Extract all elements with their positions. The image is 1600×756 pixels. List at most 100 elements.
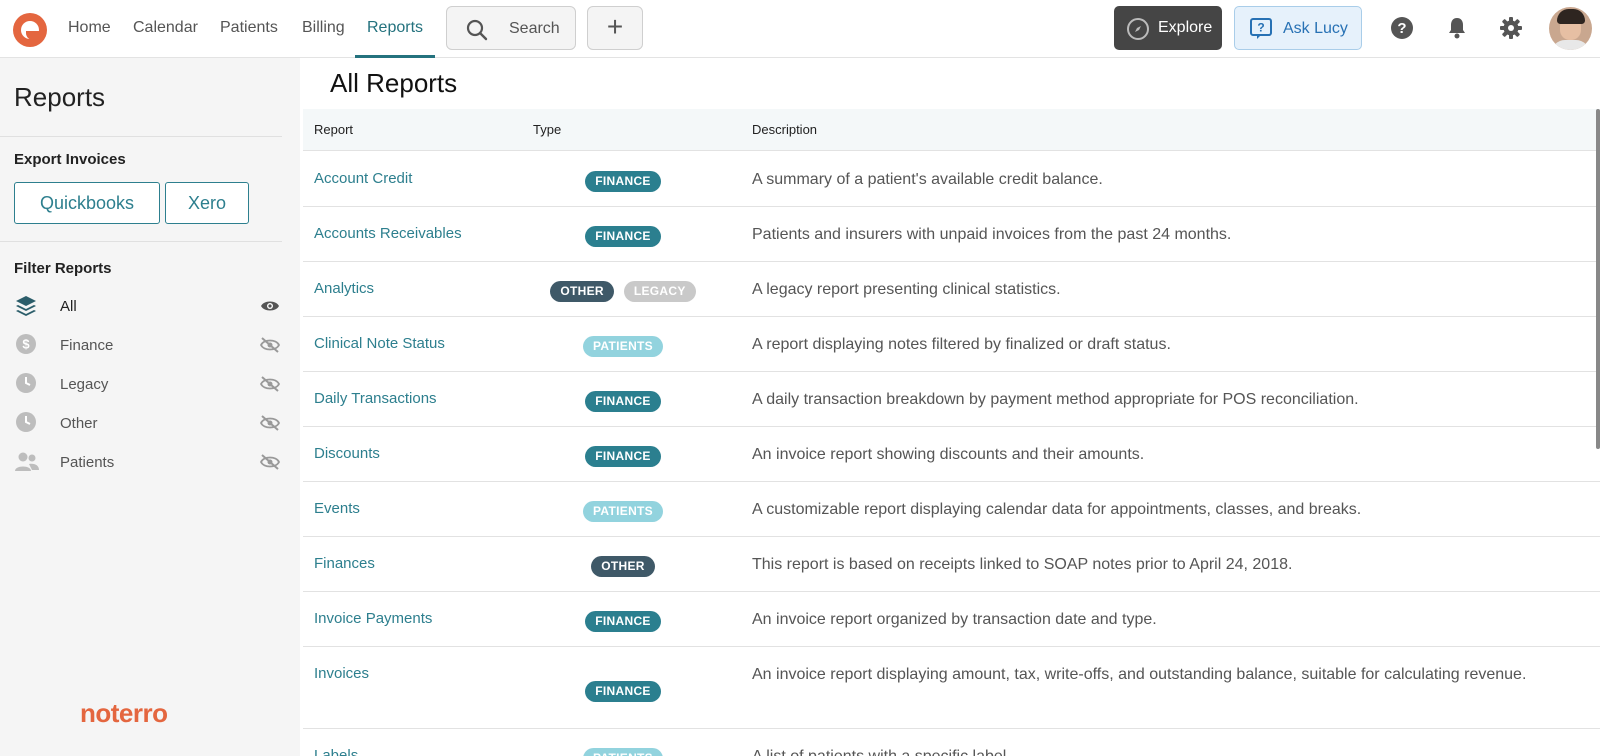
type-badge-finance: FINANCE [585, 226, 661, 247]
table-header: Report Type Description [303, 109, 1600, 151]
column-header-type: Type [533, 122, 562, 137]
type-badge-other: OTHER [550, 281, 614, 302]
export-invoices-heading: Export Invoices [14, 151, 126, 168]
report-description: Patients and insurers with unpaid invoic… [752, 226, 1232, 243]
nav-reports[interactable]: Reports [355, 18, 436, 58]
type-badge-finance: FINANCE [585, 446, 661, 467]
clock-icon [16, 373, 36, 393]
table-row[interactable]: Clinical Note Status PATIENTS A report dis… [303, 317, 1600, 372]
report-link[interactable]: Invoices [314, 665, 369, 682]
table-row[interactable]: Account Credit FINANCE A summary of a pati… [303, 152, 1600, 207]
compass-icon [1127, 18, 1149, 40]
nav-billing[interactable]: Billing [302, 18, 345, 58]
svg-text:?: ? [1257, 21, 1264, 35]
type-badge-finance: FINANCE [585, 391, 661, 412]
type-badge-finance: FINANCE [585, 171, 661, 192]
filter-label: Finance [60, 337, 114, 354]
table-row[interactable]: Accounts Receivables FINANCE Patients and … [303, 207, 1600, 262]
help-icon[interactable]: ? [1390, 16, 1414, 40]
filter-label: Legacy [60, 376, 109, 393]
table-row[interactable]: Daily Transactions FINANCE A daily transac… [303, 372, 1600, 427]
quickbooks-button[interactable]: Quickbooks [14, 182, 160, 224]
svg-text:$: $ [22, 337, 30, 352]
report-link[interactable]: Invoice Payments [314, 610, 432, 627]
eye-slash-icon[interactable] [260, 454, 280, 470]
report-link[interactable]: Discounts [314, 445, 380, 462]
eye-slash-icon[interactable] [260, 415, 280, 431]
explore-button[interactable]: Explore [1114, 6, 1222, 50]
report-link[interactable]: Analytics [314, 280, 374, 297]
help-chat-icon: ? [1250, 18, 1272, 39]
filter-other[interactable]: Other [14, 411, 282, 437]
scrollbar[interactable] [1596, 109, 1600, 449]
report-link[interactable]: Accounts Receivables [314, 225, 462, 242]
table-row[interactable]: Events PATIENTS A customizable report disp… [303, 482, 1600, 537]
divider [0, 241, 282, 242]
brand-logo: noterro [80, 698, 168, 728]
table-row[interactable]: Analytics OTHER LEGACY A legacy report pres… [303, 262, 1600, 317]
app-logo-icon[interactable] [13, 13, 47, 47]
filter-label: Patients [60, 454, 115, 471]
ask-lucy-label: Ask Lucy [1283, 20, 1348, 37]
type-badges: FINANCE [521, 446, 725, 467]
report-description: This report is based on receipts linked … [752, 556, 1293, 573]
report-link[interactable]: Account Credit [314, 170, 412, 187]
report-description: An invoice report showing discounts and … [752, 446, 1145, 463]
type-badges: PATIENTS [521, 501, 725, 522]
table-row[interactable]: Finances OTHER This report is based on rec… [303, 537, 1600, 592]
dollar-icon: $ [16, 334, 36, 354]
eye-icon[interactable] [260, 298, 280, 314]
report-link[interactable]: Daily Transactions [314, 390, 437, 407]
eye-slash-icon[interactable] [260, 337, 280, 353]
report-description: A customizable report displaying calenda… [752, 501, 1362, 518]
report-description: A summary of a patient's available credi… [752, 171, 1103, 188]
table-row[interactable]: Labels PATIENTS A list of patients with a … [303, 729, 1600, 756]
layers-icon [16, 296, 36, 316]
filter-label: All [60, 298, 77, 315]
report-description: An invoice report displaying amount, tax… [752, 666, 1527, 683]
eye-slash-icon[interactable] [260, 376, 280, 392]
report-link[interactable]: Events [314, 500, 360, 517]
table-row[interactable]: Discounts FINANCE An invoice report showin… [303, 427, 1600, 482]
svg-text:?: ? [1397, 20, 1406, 37]
type-badges: FINANCE [521, 611, 725, 632]
filter-label: Other [60, 415, 98, 432]
add-button[interactable]: + [587, 6, 643, 50]
filter-patients[interactable]: Patients [14, 450, 282, 476]
report-link[interactable]: Finances [314, 555, 375, 572]
report-description: A legacy report presenting clinical stat… [752, 281, 1061, 298]
table-row[interactable]: Invoice Payments FINANCE An invoice report… [303, 592, 1600, 647]
clock-icon [16, 412, 36, 432]
search-label: Search [509, 20, 560, 37]
nav-calendar[interactable]: Calendar [133, 18, 198, 58]
type-badge-finance: FINANCE [585, 611, 661, 632]
filter-legacy[interactable]: Legacy [14, 372, 282, 398]
report-description: A list of patients with a specific label… [752, 743, 1582, 756]
ask-lucy-button[interactable]: ? Ask Lucy [1234, 6, 1362, 50]
bell-icon[interactable] [1445, 16, 1469, 40]
type-badge-other: OTHER [591, 556, 655, 577]
type-badges: FINANCE [521, 226, 725, 247]
search-button[interactable]: Search [446, 6, 576, 50]
nav-home[interactable]: Home [68, 18, 111, 58]
filter-all[interactable]: All [14, 294, 282, 320]
type-badges: OTHER [521, 556, 725, 577]
type-badge-patients: PATIENTS [583, 501, 663, 522]
filter-finance[interactable]: $ Finance [14, 333, 282, 359]
type-badges: OTHER LEGACY [521, 281, 725, 302]
report-link[interactable]: Clinical Note Status [314, 335, 445, 352]
sidebar-title: Reports [14, 82, 106, 112]
nav-patients[interactable]: Patients [220, 18, 278, 58]
filter-reports-heading: Filter Reports [14, 260, 112, 277]
reports-sidebar: Reports Export Invoices Quickbooks Xero … [0, 58, 300, 756]
divider [0, 136, 282, 137]
gear-icon[interactable] [1499, 16, 1523, 40]
report-link[interactable]: Labels [314, 747, 358, 756]
column-header-report: Report [314, 122, 354, 137]
table-row[interactable]: Invoices FINANCE An invoice report display… [303, 647, 1600, 729]
user-avatar[interactable] [1549, 7, 1592, 50]
people-icon [15, 452, 39, 471]
type-badges: PATIENTS [521, 748, 725, 756]
xero-button[interactable]: Xero [165, 182, 249, 224]
reports-main: All Reports Report Type Description Acco… [303, 58, 1600, 756]
